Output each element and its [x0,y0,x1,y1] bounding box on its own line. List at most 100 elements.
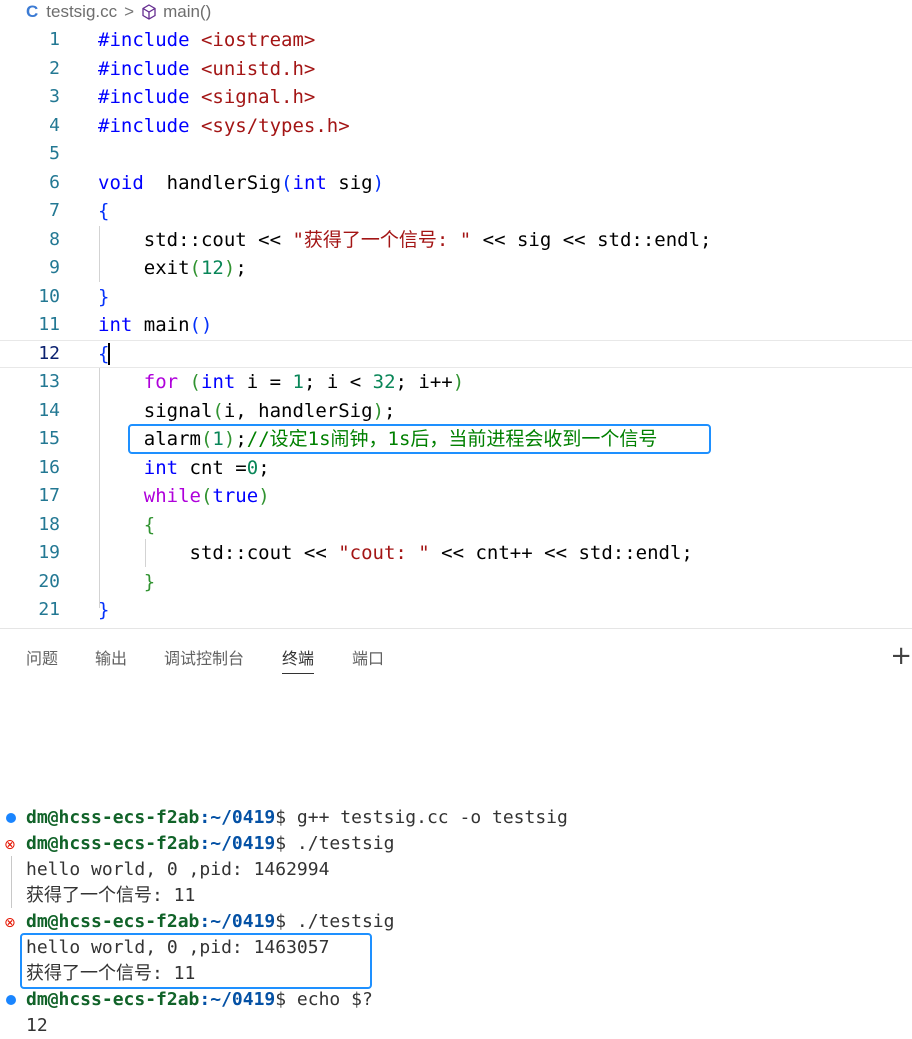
code-line[interactable]: 18 { [0,511,912,539]
code-token: #include [98,29,201,51]
line-number: 2 [49,57,60,79]
prompt-user: dm@hcss-ecs-f2ab [26,911,200,932]
code-token: ; [235,257,247,279]
code-token: ( [189,257,201,279]
code-line[interactable]: 14 signal(i, handlerSig); [0,397,912,425]
breadcrumb-symbol[interactable]: main() [163,2,211,22]
line-number: 9 [49,257,60,278]
indent-guide [99,368,100,608]
code-token: "cout: " [338,542,430,564]
code-text: for (int i = 1; i < 32; i++) [98,368,464,396]
code-line[interactable]: 13 for (int i = 1; i < 32; i++) [0,368,912,396]
code-token: std::cout << [98,228,293,251]
code-line[interactable]: 10} [0,283,912,311]
code-text: std::cout << "cout: " << cnt++ << std::e… [98,539,693,567]
code-token: ) [452,371,465,393]
code-token: while [143,485,201,507]
terminal-text: 12 [26,1015,48,1036]
code-line[interactable]: 7{ [0,197,912,225]
terminal-command-line: ⊗ dm@hcss-ecs-f2ab:~/0419$ ./testsig [0,831,912,857]
annotation-highlight-box [20,933,372,989]
code-line[interactable]: 6 void handlerSig(int sig) [0,169,912,197]
terminal-command-line: ⊗ dm@hcss-ecs-f2ab:~/0419$ ./testsig [0,909,912,935]
code-line[interactable]: 16 int cnt =0; [0,454,912,482]
line-number: 21 [38,599,60,620]
line-number: 11 [38,314,60,335]
prompt-path: :~/0419 [199,911,276,932]
code-text: { [98,341,111,367]
code-line[interactable]: 9 exit(12); [0,254,912,282]
line-number: 5 [49,143,60,164]
code-text: #include <unistd.h> [98,55,315,83]
line-number: 1 [49,29,60,50]
tab-ports[interactable]: 端口 [352,645,384,669]
breadcrumb-file[interactable]: testsig.cc [46,2,117,22]
command-error-icon[interactable]: ⊗ [4,832,16,858]
indent-guide [99,226,100,282]
terminal-text: dm@hcss-ecs-f2ab:~/0419$ echo $? [26,987,373,1013]
code-token: void [98,171,144,194]
code-line[interactable]: 19 std::cout << "cout: " << cnt++ << std… [0,539,912,567]
prompt-user: dm@hcss-ecs-f2ab [26,807,200,828]
code-token: handlerSig [143,171,282,194]
code-token: sig [326,171,373,194]
code-line[interactable]: 20 } [0,568,912,596]
prompt-path: :~/0419 [199,807,276,828]
text-cursor [108,343,111,365]
line-number: 17 [38,485,60,506]
code-token: ) [258,485,270,507]
command-error-icon[interactable]: ⊗ [4,910,16,936]
code-line[interactable]: 1 #include <iostream> [0,26,912,54]
code-line[interactable]: 8 std::cout << "获得了一个信号: " << sig << std… [0,226,912,254]
code-line[interactable]: 17 while(true) [0,482,912,510]
code-token: #include [98,57,201,80]
prompt-user: dm@hcss-ecs-f2ab [26,989,200,1010]
prompt-command: $ echo $? [275,989,373,1010]
code-text: signal(i, handlerSig); [98,397,396,425]
tab-terminal[interactable]: 终端 [282,645,315,674]
code-line[interactable]: 12 { [0,339,912,368]
code-text: #include <sys/types.h> [98,112,350,140]
code-token: exit [98,257,190,279]
code-line[interactable]: 4 #include <sys/types.h> [0,112,912,140]
code-token: ) [223,257,236,279]
code-line[interactable]: 21} [0,596,912,624]
line-number: 15 [38,428,60,449]
tab-problems[interactable]: 问题 [26,645,58,669]
code-token: ; [395,371,407,393]
code-token: "获得了一个信号: " [292,228,472,251]
code-text: { [98,197,109,225]
code-token: i++ [406,371,453,393]
line-number: 6 [49,171,60,193]
code-editor[interactable]: 1 #include <iostream> 2 #include <unistd.h>… [0,26,912,626]
code-text: std::cout << "获得了一个信号: " << sig << std::… [98,226,712,254]
code-token: signal [98,399,213,422]
terminal-command-line: dm@hcss-ecs-f2ab:~/0419$ echo $? [0,987,912,1013]
line-number: 18 [38,513,60,535]
prompt-path: :~/0419 [199,833,276,854]
code-token: } [143,570,156,593]
prompt-command: $ ./testsig [275,833,395,854]
code-text: exit(12); [98,254,247,282]
code-line[interactable]: 3 #include <signal.h> [0,83,912,111]
code-text: } [98,568,155,596]
terminal-text: 获得了一个信号: 11 [26,885,196,906]
code-line[interactable]: 5 [0,140,912,168]
code-token: { [98,200,110,222]
new-terminal-plus-icon[interactable]: + [890,641,912,671]
prompt-command: $ g++ testsig.cc -o testsig [275,807,568,828]
code-token: <iostream> [200,29,316,51]
prompt-command: $ ./testsig [275,911,395,932]
code-line[interactable]: 2 #include <unistd.h> [0,55,912,83]
code-token: ) [372,171,385,194]
prompt-user: dm@hcss-ecs-f2ab [26,833,200,854]
tab-output[interactable]: 输出 [95,645,127,669]
command-success-icon[interactable] [6,813,16,823]
code-token: } [98,285,110,308]
tab-debug-console[interactable]: 调试控制台 [164,645,244,669]
command-success-icon[interactable] [6,995,16,1005]
code-line[interactable]: 11 int main() [0,311,912,339]
